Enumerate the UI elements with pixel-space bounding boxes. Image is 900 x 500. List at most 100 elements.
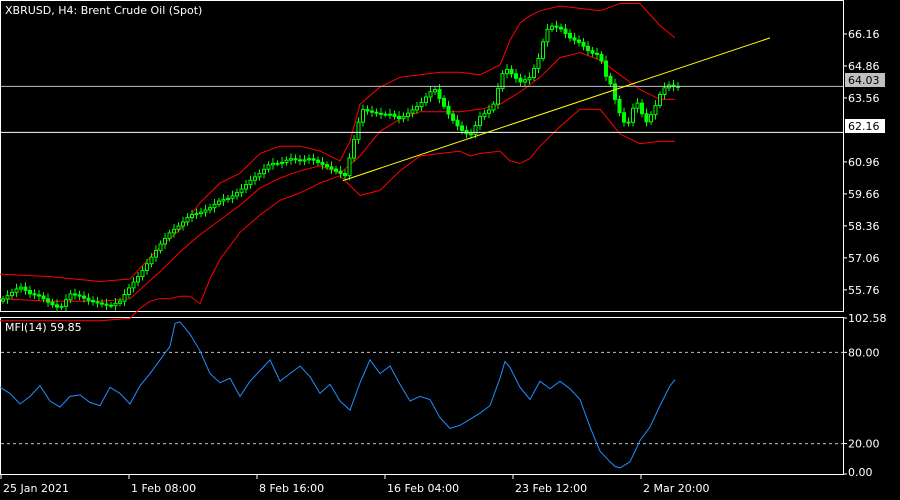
- price-chart[interactable]: 66.16 64.86 63.56 60.96 59.66 58.36 57.06 55.76…: [0, 0, 900, 500]
- symbol-title: XBRUSD, H4: Brent Crude Oil (Spot): [5, 4, 202, 17]
- current-price-label: 64.03: [848, 74, 880, 87]
- candle-body: [208, 207, 212, 211]
- price-tick-label: 55.76: [848, 284, 880, 297]
- candle-body: [230, 195, 235, 199]
- candle-body: [14, 288, 19, 293]
- candle-body: [176, 225, 181, 230]
- candle-body: [68, 293, 73, 301]
- candle-body: [73, 293, 77, 296]
- candle-body: [559, 26, 563, 30]
- candle-body: [41, 295, 46, 300]
- candle-body: [248, 179, 253, 186]
- candle-body: [361, 109, 365, 123]
- time-tick-label: 25 Jan 2021: [3, 482, 69, 495]
- trendline[interactable]: [342, 37, 771, 182]
- mfi-tick-label: 102.58: [848, 312, 887, 325]
- candle-body: [617, 98, 622, 114]
- candle-body: [343, 172, 347, 177]
- time-tick-label: 1 Feb 08:00: [131, 482, 196, 495]
- price-tick-label: 64.86: [848, 60, 880, 73]
- candle-body: [487, 109, 491, 114]
- candle-body: [577, 39, 581, 43]
- candle-body: [334, 168, 338, 172]
- candle-body: [32, 293, 37, 296]
- chart-window: 66.16 64.86 63.56 60.96 59.66 58.36 57.06 55.76…: [0, 0, 900, 500]
- candle-body: [311, 158, 316, 161]
- candle-body: [379, 112, 383, 115]
- candle-body: [347, 157, 352, 177]
- candle-body: [352, 139, 356, 159]
- candle-body: [491, 103, 496, 111]
- candle-body: [451, 113, 455, 121]
- candle-body: [131, 281, 136, 289]
- price-tick-label: 63.56: [848, 92, 880, 105]
- candle-body: [172, 228, 176, 234]
- candle-body: [28, 289, 32, 295]
- mfi-levels: [1, 351, 843, 445]
- candle-body: [608, 75, 613, 85]
- price-tick-label: 57.06: [848, 252, 880, 265]
- candle-body: [95, 301, 100, 304]
- trendline-group[interactable]: [342, 37, 771, 182]
- candle-body: [410, 109, 415, 114]
- time-tick-label: 8 Feb 16:00: [259, 482, 324, 495]
- candle-body: [496, 88, 500, 105]
- mfi-panel-frame: [0, 317, 844, 475]
- candle-body: [437, 89, 442, 99]
- candle-body: [77, 294, 82, 297]
- candle-body: [167, 232, 172, 239]
- time-axis[interactable]: 25 Jan 2021 1 Feb 08:00 8 Feb 16:00 16 Feb …: [0, 474, 709, 495]
- candle-body: [244, 184, 248, 190]
- candle-body: [541, 41, 545, 59]
- candle-body: [23, 286, 28, 291]
- candle-body: [595, 52, 599, 55]
- candle-body: [653, 105, 658, 116]
- candle-body: [478, 116, 482, 126]
- time-tick-label: 16 Feb 04:00: [387, 482, 459, 495]
- candle-body: [271, 162, 275, 166]
- candle-body: [235, 192, 239, 197]
- candle-body: [10, 291, 14, 297]
- price-tick-label: 58.36: [848, 220, 880, 233]
- price-axis[interactable]: 66.16 64.86 63.56 60.96 59.66 58.36 57.06 55.76: [843, 28, 880, 297]
- candle-body: [145, 263, 149, 271]
- candle-body: [455, 119, 460, 127]
- candle-body: [190, 214, 194, 219]
- candle-body: [64, 299, 68, 307]
- candle-body: [212, 203, 217, 209]
- candle-body: [298, 159, 302, 162]
- candle-body: [622, 112, 626, 123]
- candle-body: [266, 164, 271, 170]
- candle-body: [460, 125, 464, 131]
- candle-body: [1, 298, 5, 302]
- candle-body: [154, 249, 158, 258]
- candle-body: [280, 161, 284, 164]
- candle-body: [473, 124, 478, 135]
- candle-body: [320, 161, 325, 166]
- candle-body: [203, 209, 208, 213]
- candle-body: [356, 121, 361, 141]
- candle-body: [545, 28, 550, 43]
- candle-body: [338, 170, 343, 174]
- candle-body: [397, 115, 401, 120]
- candle-body: [514, 73, 518, 79]
- candle-body: [590, 50, 595, 54]
- mfi-line: [0, 321, 676, 469]
- candle-body: [253, 176, 257, 181]
- candle-body: [127, 287, 131, 296]
- candle-body: [86, 297, 91, 301]
- price-tick-label: 66.16: [848, 28, 880, 41]
- mfi-tick-label: 0.00: [848, 466, 873, 479]
- candle-body: [365, 109, 370, 112]
- candle-body: [383, 113, 388, 116]
- candle-body: [433, 89, 437, 93]
- candle-body: [419, 101, 424, 108]
- candle-body: [635, 102, 640, 109]
- mfi-tick-label: 20.00: [848, 438, 880, 451]
- mfi-title: MFI(14) 59.85: [5, 321, 82, 334]
- candle-body: [158, 243, 163, 251]
- candle-body: [401, 116, 406, 120]
- candle-body: [136, 276, 140, 283]
- candle-body: [181, 221, 185, 227]
- candle-body: [572, 37, 577, 41]
